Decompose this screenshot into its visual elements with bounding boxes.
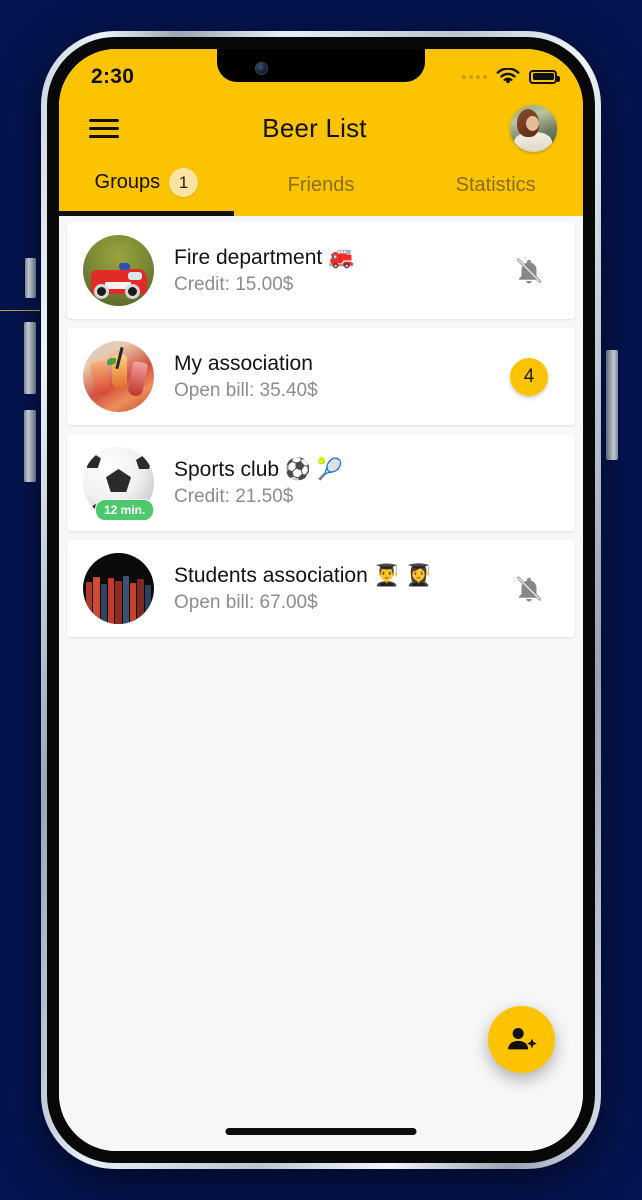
books-avatar (83, 553, 154, 624)
tab-statistics[interactable]: Statistics (408, 160, 583, 216)
notch (217, 49, 425, 82)
silent-switch-button[interactable] (25, 258, 36, 298)
decorative-hairline (0, 310, 40, 311)
time-badge: 12 min. (95, 499, 155, 521)
group-name: Students association 👨‍🎓 👩‍🎓 (174, 563, 432, 587)
group-detail: Open bill: 35.40$ (174, 380, 318, 402)
add-group-button[interactable] (488, 1006, 555, 1073)
group-avatar-wrap (83, 553, 154, 624)
list-item[interactable]: Fire department 🚒 Credit: 15.00$ (67, 222, 575, 319)
power-button[interactable] (606, 350, 618, 460)
wifi-icon (496, 67, 520, 83)
group-list: Fire department 🚒 Credit: 15.00$ My asso… (59, 216, 583, 637)
tab-friends[interactable]: Friends (234, 160, 409, 216)
list-item[interactable]: 12 min. Sports club ⚽ 🎾 Credit: 21.50$ (67, 434, 575, 531)
page-title: Beer List (262, 112, 367, 143)
signal-dots-icon (462, 74, 487, 79)
group-avatar-wrap (83, 235, 154, 306)
avatar[interactable] (510, 104, 557, 152)
tab-statistics-label: Statistics (455, 174, 536, 196)
group-name: My association (174, 351, 313, 375)
volume-up-button[interactable] (24, 322, 36, 394)
fire-truck-avatar (83, 235, 154, 306)
person-add-icon (507, 1027, 537, 1049)
group-avatar-wrap: 12 min. (83, 447, 155, 521)
tab-groups-label: Groups (94, 171, 161, 193)
group-list-container: Fire department 🚒 Credit: 15.00$ My asso… (59, 216, 583, 1151)
tab-groups[interactable]: Groups 1 (59, 160, 234, 216)
tab-friends-label: Friends (287, 174, 355, 196)
phone-screen: 2:30 Beer List Groups 1 Friends Statisti… (59, 49, 583, 1151)
group-name: Sports club ⚽ 🎾 (174, 457, 344, 481)
hamburger-menu-icon[interactable] (89, 114, 119, 143)
bell-off-icon[interactable] (514, 256, 544, 286)
group-detail: Credit: 21.50$ (174, 486, 294, 508)
group-avatar-wrap (83, 341, 154, 412)
unread-count-badge[interactable]: 4 (510, 357, 548, 396)
screenshot-stage: 2:30 Beer List Groups 1 Friends Statisti… (0, 0, 642, 1200)
group-name: Fire department 🚒 (174, 245, 355, 269)
drinks-cheers-avatar (83, 341, 154, 412)
front-camera-icon (255, 62, 268, 75)
tab-bar: Groups 1 Friends Statistics (59, 160, 583, 216)
volume-down-button[interactable] (24, 410, 36, 482)
home-indicator (225, 1128, 417, 1135)
bell-off-icon[interactable] (514, 574, 544, 604)
status-bar-clock: 2:30 (91, 64, 135, 88)
phone-bezel: 2:30 Beer List Groups 1 Friends Statisti… (47, 37, 595, 1163)
top-bar: Beer List (59, 96, 583, 160)
list-item[interactable]: Students association 👨‍🎓 👩‍🎓 Open bill: … (67, 540, 575, 637)
tab-groups-badge: 1 (169, 168, 199, 197)
group-detail: Open bill: 67.00$ (174, 592, 318, 614)
phone-frame: 2:30 Beer List Groups 1 Friends Statisti… (41, 31, 601, 1169)
group-detail: Credit: 15.00$ (174, 274, 294, 296)
battery-full-icon (529, 69, 560, 84)
list-item[interactable]: My association Open bill: 35.40$ 4 (67, 328, 575, 425)
